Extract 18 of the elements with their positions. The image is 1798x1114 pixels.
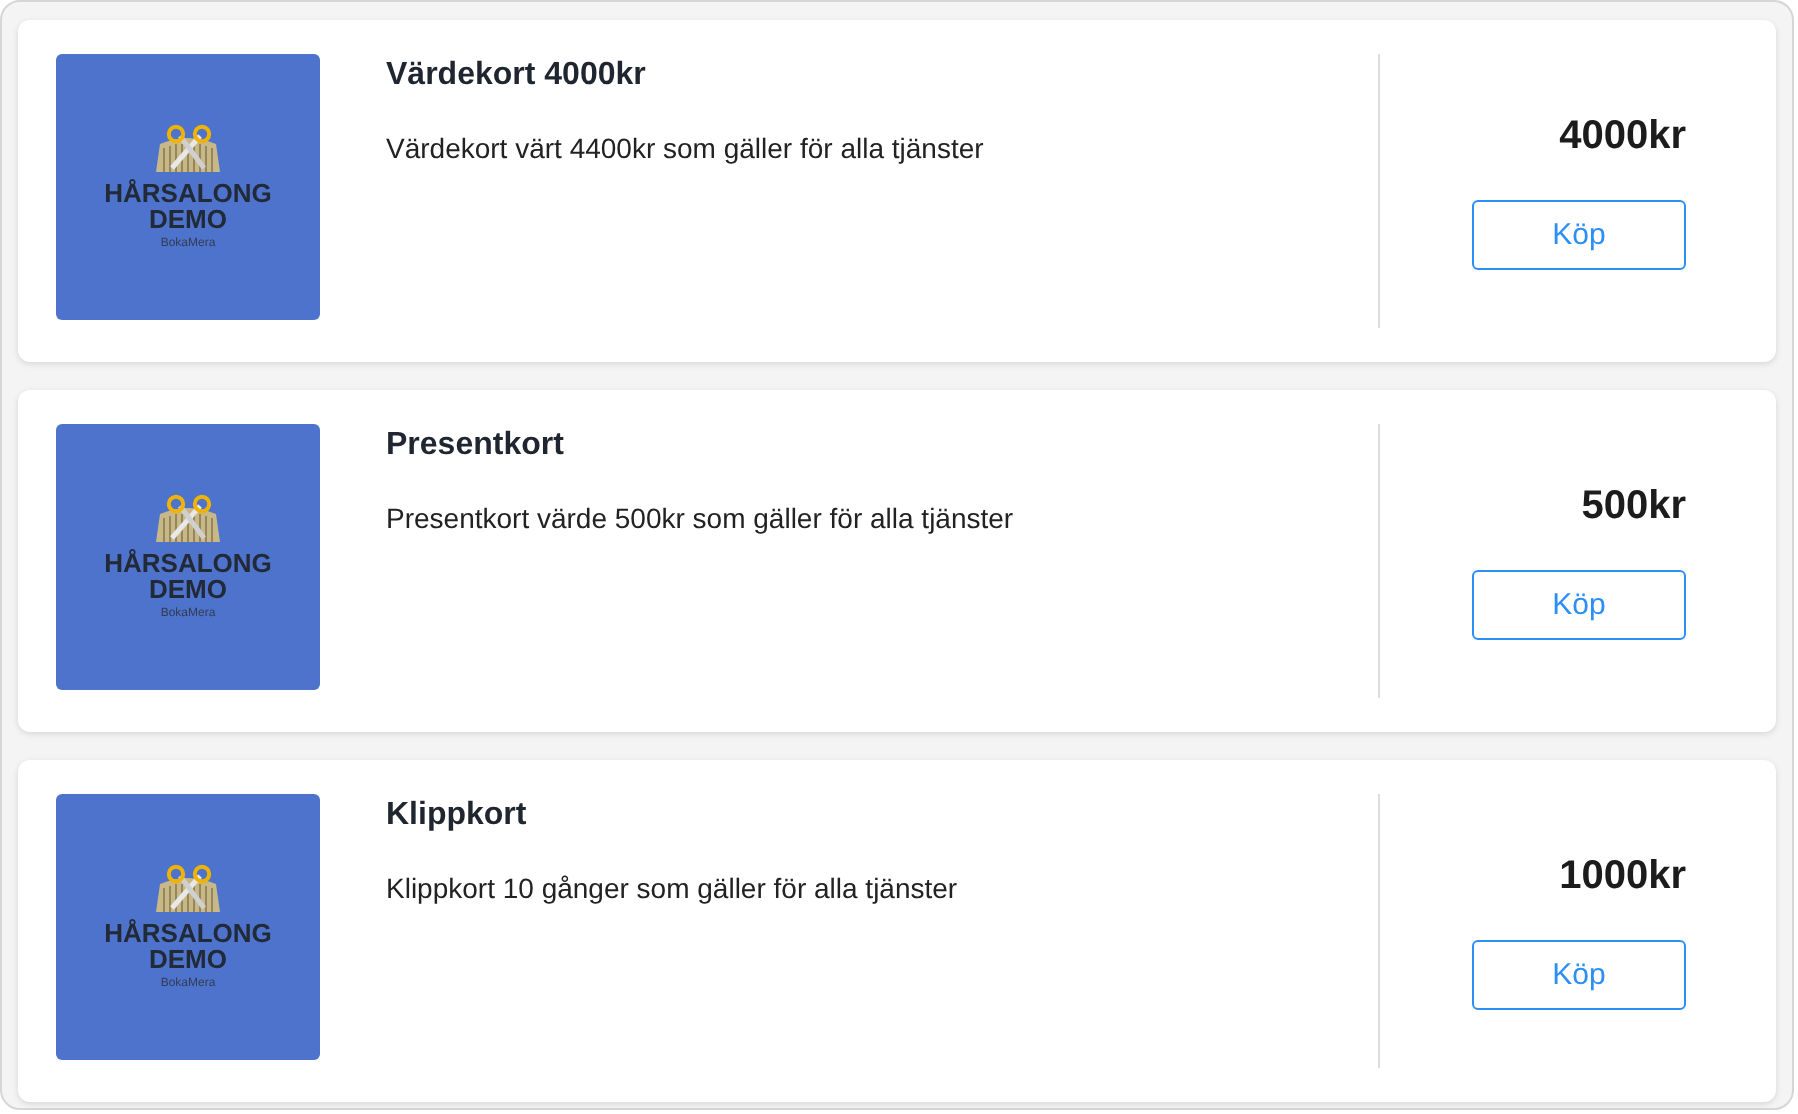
comb-scissors-icon: [152, 864, 224, 916]
card-description: Presentkort värde 500kr som gäller för alla tjänster: [386, 502, 1014, 534]
card-description: Klippkort 10 gånger som gäller för alla tjänster: [386, 872, 958, 904]
buy-button[interactable]: Köp: [1472, 940, 1686, 1010]
card-title: Värdekort 4000kr: [386, 58, 646, 94]
comb-scissors-icon: [152, 124, 224, 176]
logo-name: HÅRSALONG DEMO: [102, 550, 274, 602]
price: 500kr: [1581, 484, 1686, 530]
card-description: Värdekort värt 4400kr som gäller för alla tjänster: [386, 132, 984, 164]
logo-name: HÅRSALONG DEMO: [102, 180, 274, 232]
comb-scissors-icon: [152, 494, 224, 546]
card-title: Klippkort: [386, 798, 527, 834]
price: 1000kr: [1559, 854, 1686, 900]
price: 4000kr: [1559, 114, 1686, 160]
card-title: Presentkort: [386, 428, 564, 464]
buy-button[interactable]: Köp: [1472, 570, 1686, 640]
buy-button[interactable]: Köp: [1472, 200, 1686, 270]
logo-name: HÅRSALONG DEMO: [102, 920, 274, 972]
